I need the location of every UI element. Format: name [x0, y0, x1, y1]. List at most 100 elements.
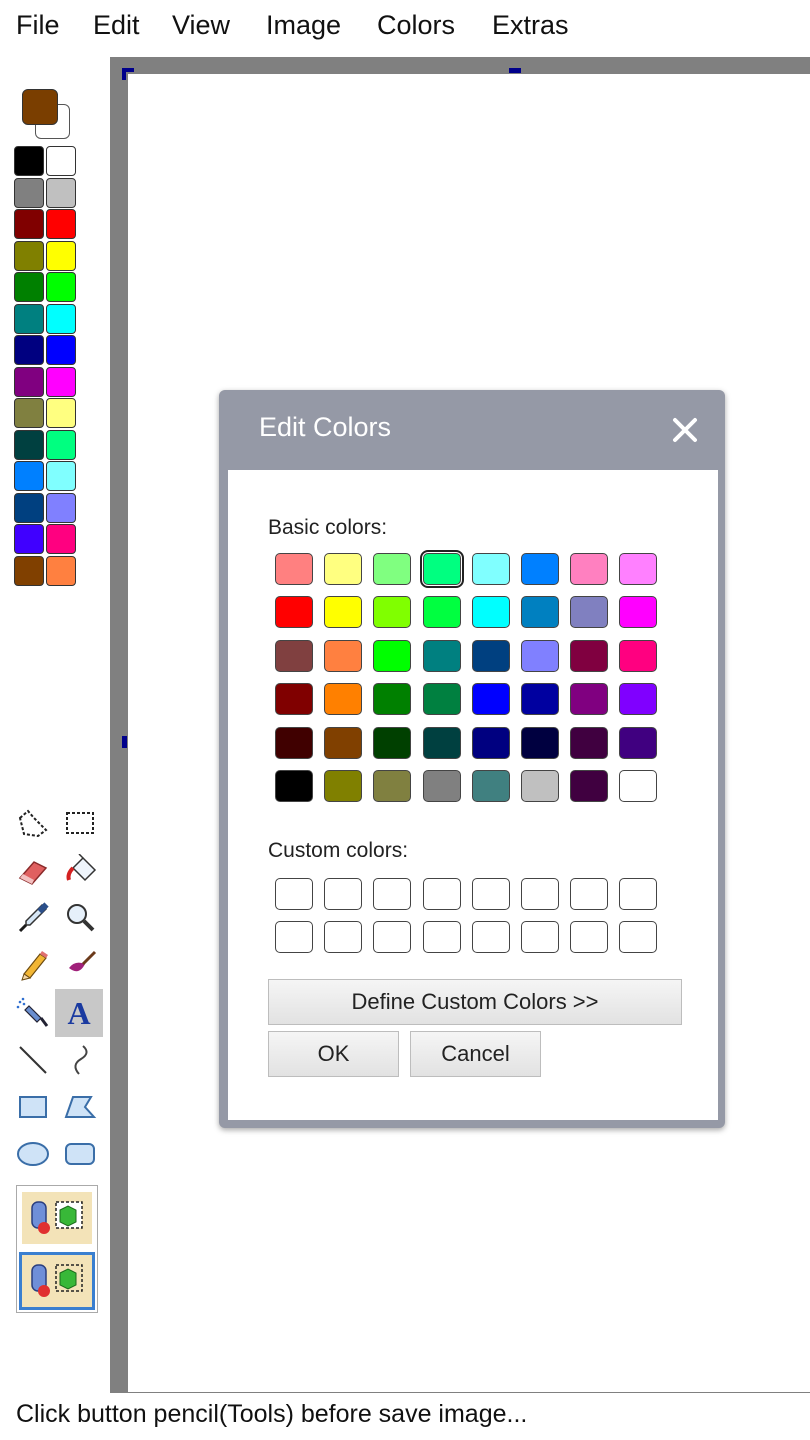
menu-image[interactable]: Image: [266, 10, 341, 41]
define-custom-colors-button[interactable]: Define Custom Colors >>: [268, 979, 682, 1025]
rect-select-tool[interactable]: [57, 800, 103, 846]
basic-color-swatch[interactable]: [275, 553, 313, 585]
basic-color-swatch[interactable]: [324, 726, 363, 759]
basic-color-swatch[interactable]: [422, 683, 461, 716]
basic-color-swatch[interactable]: [570, 596, 609, 629]
basic-color-swatch[interactable]: [471, 726, 510, 759]
palette-swatch[interactable]: [14, 335, 44, 365]
palette-swatch[interactable]: [46, 303, 76, 334]
basic-color-swatch[interactable]: [422, 639, 461, 672]
custom-color-swatch[interactable]: [570, 878, 609, 910]
basic-color-swatch[interactable]: [570, 639, 609, 672]
curve-tool[interactable]: [57, 1037, 103, 1083]
basic-color-swatch[interactable]: [521, 639, 559, 672]
custom-color-swatch[interactable]: [324, 921, 363, 953]
cancel-button[interactable]: Cancel: [410, 1031, 541, 1077]
basic-color-swatch[interactable]: [324, 683, 363, 716]
basic-color-swatch[interactable]: [471, 553, 510, 585]
basic-color-swatch[interactable]: [521, 553, 559, 585]
basic-color-swatch[interactable]: [275, 770, 313, 802]
palette-swatch[interactable]: [46, 366, 76, 397]
basic-color-swatch[interactable]: [471, 596, 510, 629]
basic-color-swatch[interactable]: [521, 770, 559, 802]
basic-color-swatch[interactable]: [471, 770, 510, 802]
palette-swatch[interactable]: [46, 555, 76, 586]
basic-color-swatch[interactable]: [619, 770, 658, 802]
palette-swatch[interactable]: [14, 366, 44, 397]
basic-color-swatch[interactable]: [422, 596, 461, 629]
palette-swatch[interactable]: [14, 398, 44, 428]
palette-swatch[interactable]: [14, 524, 44, 554]
line-tool[interactable]: [10, 1037, 56, 1083]
menu-colors[interactable]: Colors: [377, 10, 455, 41]
magnifier-tool[interactable]: [57, 895, 103, 941]
ellipse-tool[interactable]: [10, 1131, 56, 1177]
custom-color-swatch[interactable]: [619, 878, 658, 910]
basic-color-swatch[interactable]: [570, 726, 609, 759]
palette-swatch[interactable]: [14, 429, 44, 460]
brush-tool[interactable]: [57, 942, 103, 988]
resize-handle-top[interactable]: [509, 68, 521, 73]
text-tool[interactable]: A: [55, 989, 103, 1037]
palette-swatch[interactable]: [46, 524, 76, 554]
basic-color-swatch[interactable]: [422, 770, 461, 802]
custom-color-swatch[interactable]: [275, 878, 313, 910]
palette-swatch[interactable]: [14, 146, 44, 176]
custom-color-swatch[interactable]: [619, 921, 658, 953]
resize-handle-top-left-v[interactable]: [122, 68, 126, 80]
basic-color-swatch[interactable]: [619, 683, 658, 716]
ok-button[interactable]: OK: [268, 1031, 399, 1077]
custom-color-swatch[interactable]: [373, 878, 412, 910]
basic-color-swatch[interactable]: [521, 683, 559, 716]
palette-swatch[interactable]: [14, 303, 44, 334]
palette-swatch[interactable]: [46, 492, 76, 523]
palette-swatch[interactable]: [14, 492, 44, 523]
custom-color-swatch[interactable]: [275, 921, 313, 953]
palette-swatch[interactable]: [46, 177, 76, 208]
menu-view[interactable]: View: [172, 10, 230, 41]
palette-swatch[interactable]: [14, 272, 44, 302]
color-picker-tool[interactable]: [10, 895, 56, 941]
basic-color-swatch[interactable]: [570, 683, 609, 716]
basic-color-swatch[interactable]: [373, 596, 412, 629]
palette-swatch[interactable]: [14, 240, 44, 271]
basic-color-swatch[interactable]: [373, 770, 412, 802]
rectangle-tool[interactable]: [10, 1084, 56, 1130]
basic-color-swatch[interactable]: [373, 683, 412, 716]
basic-color-swatch[interactable]: [471, 683, 510, 716]
basic-color-swatch[interactable]: [324, 770, 363, 802]
palette-swatch[interactable]: [46, 272, 76, 302]
close-button[interactable]: [667, 412, 703, 448]
basic-color-swatch[interactable]: [570, 553, 609, 585]
menu-edit[interactable]: Edit: [93, 10, 140, 41]
polygon-tool[interactable]: [57, 1084, 103, 1130]
custom-color-swatch[interactable]: [521, 921, 559, 953]
custom-color-swatch[interactable]: [521, 878, 559, 910]
palette-swatch[interactable]: [14, 555, 44, 586]
custom-color-swatch[interactable]: [422, 878, 461, 910]
rounded-rect-tool[interactable]: [57, 1131, 103, 1177]
basic-color-swatch[interactable]: [373, 726, 412, 759]
basic-color-swatch[interactable]: [373, 553, 412, 585]
opaque-background-option[interactable]: [19, 1189, 95, 1247]
menu-file[interactable]: File: [16, 10, 60, 41]
palette-swatch[interactable]: [46, 398, 76, 428]
resize-handle-left[interactable]: [122, 736, 127, 748]
transparent-background-option[interactable]: [19, 1252, 95, 1310]
palette-swatch[interactable]: [14, 461, 44, 491]
eraser-tool[interactable]: [10, 848, 56, 894]
custom-color-swatch[interactable]: [471, 921, 510, 953]
basic-color-swatch[interactable]: [275, 639, 313, 672]
basic-color-swatch[interactable]: [619, 639, 658, 672]
basic-color-swatch[interactable]: [275, 596, 313, 629]
custom-color-swatch[interactable]: [422, 921, 461, 953]
airbrush-tool[interactable]: [10, 990, 56, 1036]
basic-color-swatch[interactable]: [619, 726, 658, 759]
palette-swatch[interactable]: [46, 335, 76, 365]
palette-swatch[interactable]: [46, 146, 76, 176]
custom-color-swatch[interactable]: [471, 878, 510, 910]
basic-color-swatch[interactable]: [422, 726, 461, 759]
basic-color-swatch[interactable]: [570, 770, 609, 802]
menu-extras[interactable]: Extras: [492, 10, 569, 41]
basic-color-swatch[interactable]: [324, 639, 363, 672]
